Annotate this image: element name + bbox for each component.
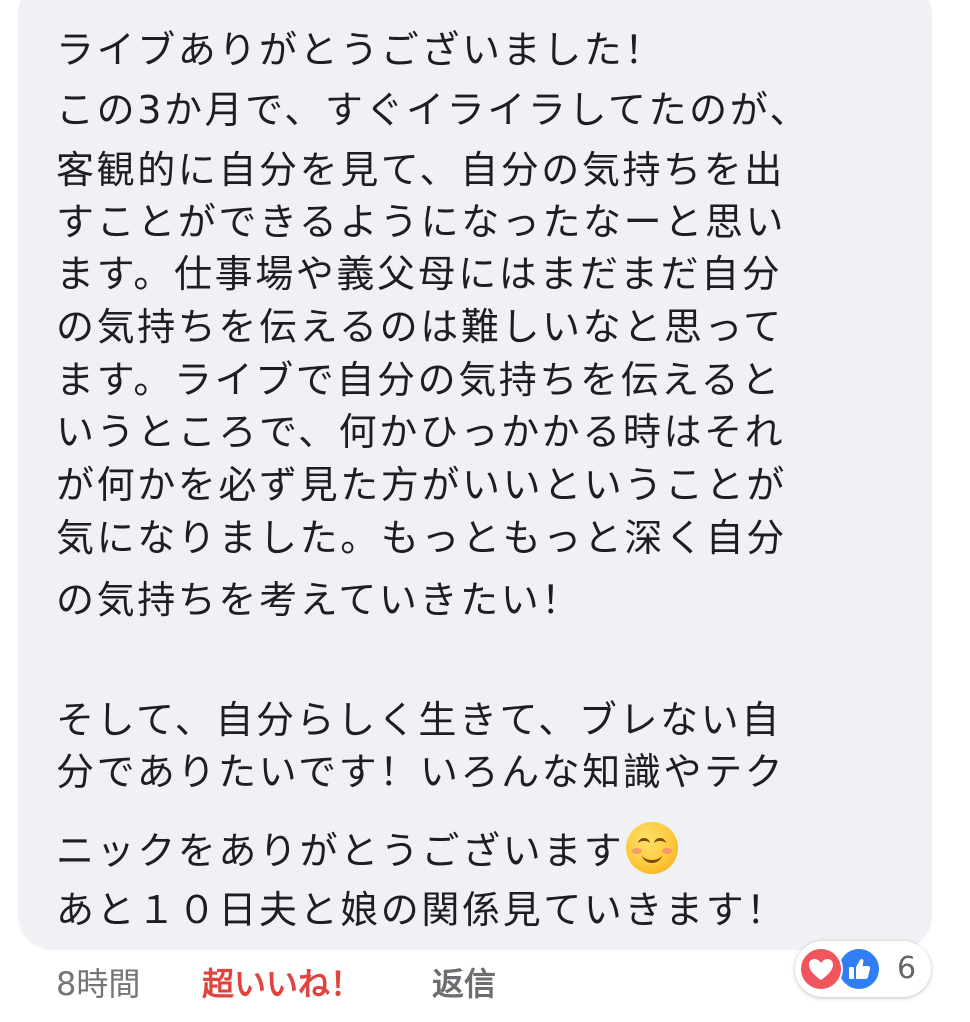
comment-line: ます。仕事場や義父母にはまだまだ自分 <box>56 252 783 296</box>
love-reaction-button[interactable]: 超いいね！ <box>202 962 362 1006</box>
smiling-face-icon <box>626 822 679 874</box>
comment-line: いうところで、何かひっかかる時はそれ <box>56 410 786 454</box>
reaction-summary[interactable]: 6 <box>795 941 931 997</box>
reply-button[interactable]: 返信 <box>432 962 496 1006</box>
comment-line: の気持ちを伝えるのは難しいなと思って <box>56 305 784 349</box>
thumbs-up-icon <box>837 947 881 991</box>
comment-line: 気になりました。もっともっと深く自分 <box>56 516 787 560</box>
comment-line: ニックをありがとうございます <box>56 829 625 873</box>
reaction-count: 6 <box>897 951 917 986</box>
comment-line: ライブありがとうございました！ <box>56 28 666 72</box>
comment-line-with-emoji: ニックをありがとうございます <box>56 822 679 874</box>
comment-line: すことができるようになったなーと思い <box>56 200 787 244</box>
heart-icon <box>799 947 843 991</box>
comment-line: この3か月で、すぐイライラしてたのが、 <box>56 88 811 132</box>
comment-line: が何かを必ず見た方がいいということが <box>56 463 787 507</box>
comment-timestamp: 8時間 <box>56 965 141 1003</box>
comment-line: そして、自分らしく生きて、ブレない自 <box>56 698 782 742</box>
comment-line: ます。ライブで自分の気持ちを伝えると <box>56 358 782 402</box>
comment-line: あと１０日夫と娘の関係見ていきます！ <box>56 888 787 932</box>
comment-line: の気持ちを考えていきたい！ <box>56 578 582 622</box>
comment-line: 客観的に自分を見て、自分の気持ちを出 <box>56 148 785 192</box>
comment-line: 分でありたいです！いろんな知識やテク <box>56 750 786 794</box>
